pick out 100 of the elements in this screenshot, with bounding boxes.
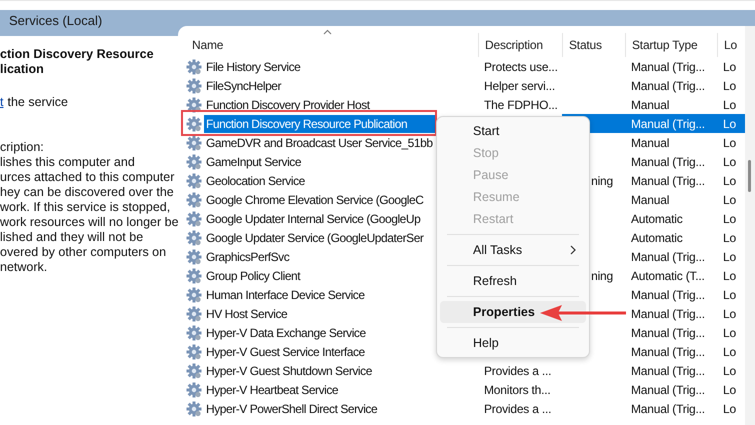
service-name[interactable]: FileSyncHelper — [204, 76, 284, 94]
gear-icon — [186, 172, 202, 188]
log-on-cell: Lo — [717, 114, 745, 133]
start-link[interactable]: t — [0, 95, 4, 110]
gear-icon — [186, 230, 202, 246]
service-title: ction Discovery Resource — [0, 47, 155, 62]
description-text: work resources will no longer be — [0, 215, 178, 230]
menu-item[interactable]: All Tasks — [440, 239, 586, 261]
log-on-cell-text: Lo — [722, 78, 737, 94]
log-on-cell-text: Lo — [722, 192, 737, 208]
log-on-cell-text: Lo — [722, 96, 737, 114]
service-name[interactable]: Group Policy Client — [204, 266, 302, 284]
startup-type-cell: Manual (Trig... — [625, 114, 717, 133]
gear-icon — [186, 382, 202, 398]
log-on-cell-text: Lo — [722, 230, 737, 246]
service-name[interactable]: GameInput Service — [204, 152, 304, 170]
log-on-cell-text: Lo — [722, 58, 737, 76]
service-name[interactable]: Google Updater Service (GoogleUpdaterSer — [204, 228, 426, 246]
service-name[interactable]: GraphicsPerfSvc — [204, 248, 292, 266]
service-name[interactable]: Function Discovery Provider Host — [204, 96, 372, 114]
description-cell-text: Provides a ... — [483, 400, 552, 418]
startup-type-cell-text: Manual (Trig... — [630, 344, 706, 360]
log-on-cell-text: Lo — [722, 400, 737, 418]
service-name[interactable]: Hyper-V Data Exchange Service — [204, 324, 368, 342]
log-on-cell-text: Lo — [722, 344, 737, 360]
log-on-cell-text: Lo — [722, 172, 737, 190]
description-text: lished and they will not be — [0, 230, 144, 245]
startup-type-cell-text: Manual (Trig... — [630, 154, 706, 170]
gear-icon — [186, 362, 202, 378]
gear-icon — [186, 324, 202, 340]
startup-type-cell-text: Manual (Trig... — [630, 248, 706, 266]
menu-item[interactable]: Properties — [440, 301, 586, 323]
description-text: network. — [0, 260, 48, 275]
gear-icon — [186, 210, 202, 226]
service-name[interactable]: Geolocation Service — [204, 172, 307, 190]
startup-type-cell-text: Automatic (T... — [630, 268, 706, 284]
menu-item[interactable]: Start — [440, 120, 586, 142]
panel-title: Services (Local) — [9, 13, 102, 28]
log-on-cell-text: Lo — [722, 382, 737, 398]
service-title: lication — [0, 62, 45, 77]
service-name[interactable]: Human Interface Device Service — [204, 286, 367, 304]
startup-type-cell-text: Manual — [630, 192, 670, 208]
description-text: urces attached to this computer — [0, 170, 176, 185]
description-cell-text: The FDPHO... — [483, 96, 559, 114]
gear-icon — [186, 268, 202, 284]
gear-icon — [186, 96, 202, 112]
log-on-cell-text: Lo — [722, 134, 737, 152]
status-cell-text: ning — [590, 172, 614, 190]
menu-item[interactable]: Help — [440, 332, 586, 354]
startup-type-cell-text: Manual — [630, 96, 670, 114]
service-name[interactable]: GameDVR and Broadcast User Service_51bb — [204, 134, 435, 152]
service-name[interactable]: File History Service — [204, 58, 302, 76]
service-name[interactable]: HV Host Service — [204, 304, 290, 322]
description-text: hey can be discovered over the — [0, 185, 175, 200]
service-name[interactable]: Google Updater Internal Service (GoogleUp — [204, 210, 422, 228]
startup-type-cell-text: Automatic — [630, 210, 684, 228]
gear-icon — [186, 248, 202, 264]
column-header[interactable]: Description — [478, 33, 562, 57]
startup-type-cell-text: Manual (Trig... — [630, 382, 706, 398]
service-name[interactable]: Function Discovery Resource Publication — [204, 114, 436, 132]
scrollbar[interactable] — [745, 26, 755, 425]
column-header[interactable]: Name — [178, 33, 478, 57]
menu-item[interactable]: Refresh — [440, 270, 586, 292]
description-text: lishes this computer and — [0, 155, 136, 170]
service-name[interactable]: Google Chrome Elevation Service (GoogleC — [204, 190, 426, 208]
description-label: cription: — [0, 140, 45, 155]
log-on-cell-text: Lo — [722, 210, 737, 228]
action-text: the service — [7, 95, 68, 110]
log-on-cell-text: Lo — [722, 324, 737, 342]
column-header[interactable]: Startup Type — [625, 33, 717, 57]
gear-icon — [186, 78, 202, 94]
service-name[interactable]: Hyper-V Guest Service Interface — [204, 342, 367, 360]
gear-icon — [186, 192, 202, 208]
description-cell-text: Monitors th... — [483, 382, 552, 398]
service-name[interactable]: Hyper-V Guest Shutdown Service — [204, 362, 374, 380]
startup-type-cell-text: Automatic — [630, 230, 684, 246]
startup-type-cell-text: Manual (Trig... — [630, 324, 706, 342]
log-on-cell-text: Lo — [722, 306, 737, 322]
startup-type-cell-text: Manual (Trig... — [630, 306, 706, 322]
description-text: work. If this service is stopped, — [0, 200, 172, 215]
gear-icon — [186, 116, 202, 132]
startup-type-cell-text: Manual (Trig... — [630, 400, 706, 418]
startup-type-cell-text: Manual (Trig... — [630, 362, 706, 380]
status-cell-text: ning — [590, 268, 614, 284]
startup-type-cell-text: Manual — [630, 134, 670, 152]
service-name[interactable]: Hyper-V PowerShell Direct Service — [204, 400, 380, 418]
description-cell-text: Provides a ... — [483, 362, 552, 380]
startup-type-cell-text: Manual (Trig... — [630, 286, 706, 304]
description-text: overed by other computers on — [0, 245, 168, 260]
gear-icon — [186, 306, 202, 322]
log-on-cell-text: Lo — [722, 286, 737, 304]
column-header[interactable]: Status — [562, 33, 625, 57]
description-cell-text: Helper servi... — [483, 78, 556, 94]
gear-icon — [186, 134, 202, 150]
log-on-cell-text: Lo — [722, 248, 737, 266]
service-name[interactable]: Hyper-V Heartbeat Service — [204, 380, 340, 398]
gear-icon — [186, 154, 202, 170]
startup-type-cell-text: Manual (Trig... — [630, 58, 706, 76]
log-on-cell-text: Lo — [722, 268, 737, 284]
scroll-thumb[interactable] — [748, 160, 751, 192]
